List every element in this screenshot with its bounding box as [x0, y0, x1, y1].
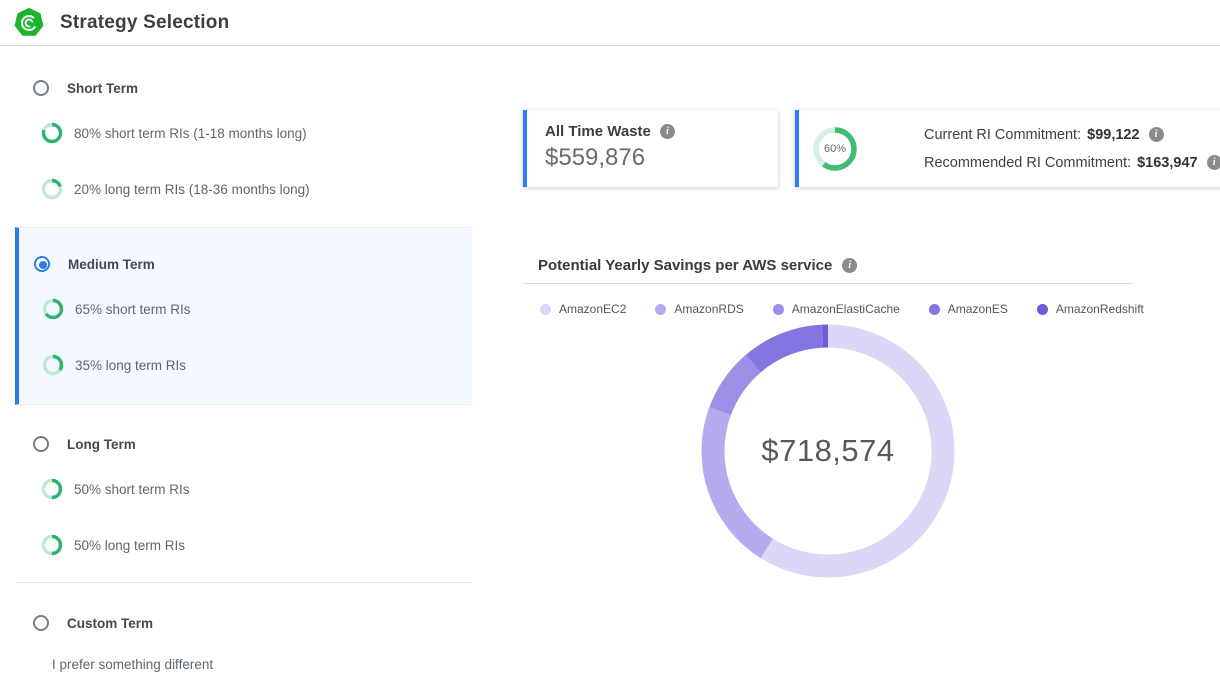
current-ri-value: $99,122	[1087, 127, 1139, 143]
chart-title-row: Potential Yearly Savings per AWS service…	[538, 257, 857, 274]
legend-dot-icon	[540, 304, 551, 315]
donut-center-value: $718,574	[698, 321, 958, 581]
commitment-gauge: 60%	[810, 124, 860, 174]
page-header: Strategy Selection	[0, 0, 1220, 46]
current-ri-label: Current RI Commitment:	[924, 127, 1081, 143]
gauge-percent-label: 60%	[810, 124, 860, 174]
legend-item-amazonrds[interactable]: AmazonRDS	[655, 302, 743, 316]
strategy-item: 65% short term RIs	[42, 298, 472, 320]
recommended-ri-label: Recommended RI Commitment:	[924, 155, 1131, 171]
legend-dot-icon	[929, 304, 940, 315]
legend-label: AmazonRedshift	[1056, 302, 1144, 316]
strategy-label: Long Term	[67, 437, 136, 452]
ri-commitment-card: 60% Current RI Commitment: $99,122 i Rec…	[795, 110, 1220, 187]
strategy-option-custom-term[interactable]: Custom Term	[33, 615, 472, 631]
radio-medium-term[interactable]	[34, 256, 50, 272]
strategy-panel: Short Term 80% short term RIs (1-18 mont…	[15, 46, 472, 691]
legend-item-amazonec2[interactable]: AmazonEC2	[540, 302, 626, 316]
all-time-waste-card: All Time Waste i $559,876	[523, 110, 778, 187]
waste-card-label: All Time Waste	[545, 123, 651, 140]
strategy-item: 35% long term RIs	[42, 354, 472, 376]
chart-divider	[523, 283, 1133, 284]
strategy-label: Medium Term	[68, 257, 155, 272]
strategy-item-label: 20% long term RIs (18-36 months long)	[74, 182, 310, 197]
legend-item-amazonelasticache[interactable]: AmazonElastiCache	[773, 302, 900, 316]
strategy-label: Custom Term	[67, 616, 153, 631]
recommended-ri-value: $163,947	[1137, 155, 1197, 171]
page-title: Strategy Selection	[60, 12, 229, 34]
strategy-section-medium-term: Medium Term 65% short term RIs 35% long …	[15, 227, 472, 405]
legend-label: AmazonRDS	[674, 302, 743, 316]
waste-card-value: $559,876	[545, 144, 778, 172]
legend-dot-icon	[773, 304, 784, 315]
current-ri-commitment-row: Current RI Commitment: $99,122 i	[924, 127, 1220, 143]
custom-term-description: I prefer something different	[52, 657, 472, 672]
app-logo-icon	[14, 8, 44, 38]
strategy-item-label: 35% long term RIs	[75, 358, 186, 373]
chart-title: Potential Yearly Savings per AWS service	[538, 257, 832, 274]
radio-custom-term[interactable]	[33, 615, 49, 631]
legend-dot-icon	[1037, 304, 1048, 315]
strategy-item: 80% short term RIs (1-18 months long)	[41, 122, 472, 144]
strategy-item: 50% long term RIs	[41, 534, 472, 556]
info-icon[interactable]: i	[1207, 155, 1220, 170]
strategy-item-label: 50% long term RIs	[74, 538, 185, 553]
info-icon[interactable]: i	[842, 258, 857, 273]
strategy-selection-page: Strategy Selection Short Term 80% short …	[0, 0, 1220, 691]
strategy-section-long-term: Long Term 50% short term RIs 50% long te…	[15, 405, 472, 583]
strategy-item: 50% short term RIs	[41, 478, 472, 500]
legend-label: AmazonES	[948, 302, 1008, 316]
legend-label: AmazonEC2	[559, 302, 626, 316]
info-icon[interactable]: i	[660, 124, 675, 139]
legend-dot-icon	[655, 304, 666, 315]
recommended-ri-commitment-row: Recommended RI Commitment: $163,947 i	[924, 155, 1220, 171]
strategy-item-label: 50% short term RIs	[74, 482, 190, 497]
savings-donut-chart: $718,574	[698, 321, 958, 581]
legend-item-amazones[interactable]: AmazonES	[929, 302, 1008, 316]
percent-ring-icon	[41, 534, 63, 556]
chart-legend: AmazonEC2 AmazonRDS AmazonElastiCache Am…	[540, 302, 1144, 316]
strategy-option-short-term[interactable]: Short Term	[33, 80, 472, 96]
strategy-items: 50% short term RIs 50% long term RIs	[41, 478, 472, 556]
strategy-items: 65% short term RIs 35% long term RIs	[42, 298, 472, 376]
percent-ring-icon	[42, 298, 64, 320]
strategy-item-label: 65% short term RIs	[75, 302, 191, 317]
legend-item-amazonredshift[interactable]: AmazonRedshift	[1037, 302, 1144, 316]
percent-ring-icon	[41, 178, 63, 200]
strategy-items: 80% short term RIs (1-18 months long) 20…	[41, 122, 472, 200]
percent-ring-icon	[41, 122, 63, 144]
radio-short-term[interactable]	[33, 80, 49, 96]
legend-label: AmazonElastiCache	[792, 302, 900, 316]
strategy-label: Short Term	[67, 81, 138, 96]
strategy-option-medium-term[interactable]: Medium Term	[34, 256, 472, 272]
strategy-option-long-term[interactable]: Long Term	[33, 436, 472, 452]
info-icon[interactable]: i	[1149, 127, 1164, 142]
strategy-section-short-term: Short Term 80% short term RIs (1-18 mont…	[15, 46, 472, 227]
strategy-item-label: 80% short term RIs (1-18 months long)	[74, 126, 307, 141]
percent-ring-icon	[41, 478, 63, 500]
strategy-item: 20% long term RIs (18-36 months long)	[41, 178, 472, 200]
percent-ring-icon	[42, 354, 64, 376]
radio-long-term[interactable]	[33, 436, 49, 452]
strategy-section-custom-term: Custom Term I prefer something different	[15, 583, 472, 691]
